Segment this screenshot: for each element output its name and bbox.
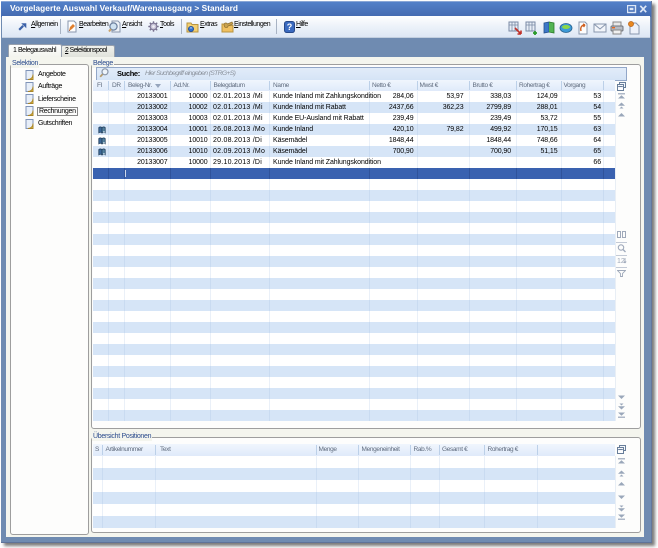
svg-text:12: 12 — [617, 258, 625, 264]
svg-text:?: ? — [287, 22, 293, 32]
